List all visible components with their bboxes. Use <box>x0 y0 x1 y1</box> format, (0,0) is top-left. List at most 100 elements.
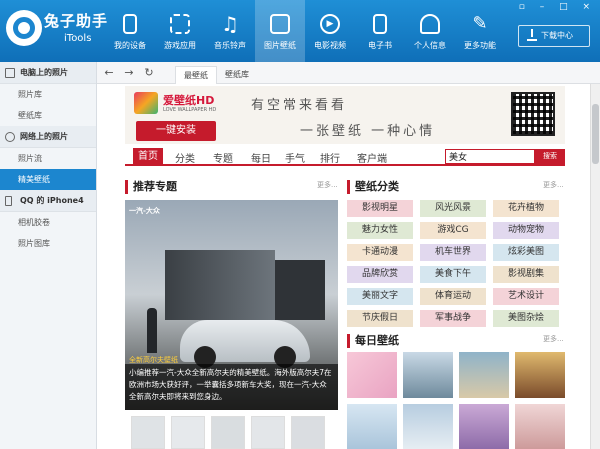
featured-thumbnails <box>125 416 338 449</box>
nav-personal-info[interactable]: 个人信息 <box>405 0 455 62</box>
featured-brand: 一汽-大众 <box>129 207 160 215</box>
daily-thumbnail[interactable] <box>347 352 397 398</box>
app-logo-icon <box>6 10 42 46</box>
window-controls[interactable]: ▫ – □ × <box>519 2 596 12</box>
nav-pictures[interactable]: 图片壁纸 <box>255 0 305 62</box>
apps-icon <box>170 14 190 34</box>
sidebar-section-title: 网络上的照片 <box>20 132 68 141</box>
book-icon <box>373 14 387 34</box>
daily-thumbnail[interactable] <box>347 404 397 449</box>
daily-thumbnail[interactable] <box>459 404 509 449</box>
category-tag[interactable]: 机车世界 <box>420 244 486 261</box>
category-tag[interactable]: 影视剧集 <box>493 266 559 283</box>
categories-more-link[interactable]: 更多... <box>543 180 564 190</box>
person-icon <box>420 14 440 34</box>
category-tag[interactable]: 品牌欣赏 <box>347 266 413 283</box>
banner-app-name: 爱壁纸HD <box>163 94 215 107</box>
thumbnail[interactable] <box>251 416 285 449</box>
featured-image[interactable]: 一汽-大众 全新高尔夫壁纸 小编推荐一汽-大众全新高尔夫的精美壁纸。海外版高尔夫… <box>125 200 338 410</box>
nav-label: 电影视频 <box>314 41 346 50</box>
category-tag[interactable]: 影视明星 <box>347 200 413 217</box>
category-tag[interactable]: 美丽文字 <box>347 288 413 305</box>
sidebar-section-pc-photos[interactable]: 电脑上的照片 <box>0 62 96 84</box>
cat-ranking[interactable]: 排行 <box>320 150 340 165</box>
scrollbar-thumb[interactable] <box>592 104 599 164</box>
search-input[interactable] <box>445 149 535 164</box>
nav-label: 我的设备 <box>114 41 146 50</box>
daily-more-link[interactable]: 更多... <box>543 334 564 344</box>
nav-my-device[interactable]: 我的设备 <box>105 0 155 62</box>
category-tag[interactable]: 风光风景 <box>420 200 486 217</box>
nav-more-tools[interactable]: ✎ 更多功能 <box>455 0 505 62</box>
daily-thumbnail[interactable] <box>403 404 453 449</box>
category-tag[interactable]: 军事战争 <box>420 310 486 327</box>
category-tag[interactable]: 花卉植物 <box>493 200 559 217</box>
cat-lucky[interactable]: 手气 <box>285 150 305 165</box>
category-tag[interactable]: 卡通动漫 <box>347 244 413 261</box>
category-tag[interactable]: 美图杂烩 <box>493 310 559 327</box>
daily-thumbnail[interactable] <box>515 352 565 398</box>
banner-slogan-1: 有空常来看看 <box>251 98 348 113</box>
category-tag[interactable]: 美食下午 <box>420 266 486 283</box>
sidebar-item-camera-roll[interactable]: 相机胶卷 <box>0 212 96 233</box>
cat-categories[interactable]: 分类 <box>175 150 195 165</box>
app-subtitle: iTools <box>64 33 92 44</box>
download-center-button[interactable]: 下载中心 <box>518 25 590 47</box>
category-tag[interactable]: 节庆假日 <box>347 310 413 327</box>
sidebar-section-title: 电脑上的照片 <box>20 68 68 77</box>
browser-toolbar: ← → ↻ 最壁纸 壁纸库 <box>97 62 600 84</box>
download-center-label: 下载中心 <box>541 31 573 40</box>
sidebar-section-iphone[interactable]: QQ 的 iPhone4 <box>0 190 96 212</box>
top-bar: 兔子助手 iTools 我的设备 游戏应用 ♫ 音乐铃声 图片壁纸 ▶ 电影视频… <box>0 0 600 62</box>
install-button[interactable]: 一键安装 <box>136 121 216 141</box>
image-icon <box>270 14 290 34</box>
category-tag[interactable]: 炫彩美图 <box>493 244 559 261</box>
nav-music[interactable]: ♫ 音乐铃声 <box>205 0 255 62</box>
sidebar-item-wallpaper-library[interactable]: 壁纸库 <box>0 105 96 126</box>
category-tag[interactable]: 魅力女性 <box>347 222 413 239</box>
tab-wallpaper-site[interactable]: 最壁纸 <box>175 66 217 84</box>
nav-games-apps[interactable]: 游戏应用 <box>155 0 205 62</box>
back-button[interactable]: ← <box>101 65 117 81</box>
categories-title: 壁纸分类 <box>347 180 399 194</box>
sidebar-item-photo-library[interactable]: 照片库 <box>0 84 96 105</box>
banner-slogan-2: 一张壁纸 一种心情 <box>300 124 436 139</box>
daily-thumbnail[interactable] <box>403 352 453 398</box>
cat-client[interactable]: 客户端 <box>357 150 387 165</box>
computer-icon <box>5 68 15 78</box>
category-tag[interactable]: 动物宠物 <box>493 222 559 239</box>
nav-ebook[interactable]: 电子书 <box>355 0 405 62</box>
category-tag[interactable]: 艺术设计 <box>493 288 559 305</box>
sidebar-item-wallpapers[interactable]: 精美壁纸 <box>0 169 96 190</box>
sidebar-section-title: QQ 的 iPhone4 <box>20 196 84 205</box>
cat-topics[interactable]: 专题 <box>213 150 233 165</box>
refresh-button[interactable]: ↻ <box>141 65 157 81</box>
vertical-scrollbar[interactable] <box>590 84 600 449</box>
cat-home[interactable]: 首页 <box>133 148 163 165</box>
category-tag[interactable]: 体育运动 <box>420 288 486 305</box>
daily-thumbnail[interactable] <box>459 352 509 398</box>
daily-thumbnail[interactable] <box>515 404 565 449</box>
daily-title: 每日壁纸 <box>347 334 399 348</box>
nav-video[interactable]: ▶ 电影视频 <box>305 0 355 62</box>
sidebar-item-photo-stream[interactable]: 照片流 <box>0 148 96 169</box>
thumbnail[interactable] <box>291 416 325 449</box>
forward-button[interactable]: → <box>121 65 137 81</box>
phone-icon <box>123 14 137 34</box>
thumbnail[interactable] <box>131 416 165 449</box>
banner-app-subtitle: LOVE WALLPAPER HD <box>163 107 217 113</box>
phone-icon <box>5 196 12 206</box>
search-button[interactable]: 搜索 <box>535 149 565 164</box>
cat-daily[interactable]: 每日 <box>251 150 271 165</box>
thumbnail[interactable] <box>171 416 205 449</box>
tab-wallpaper-library[interactable]: 壁纸库 <box>217 66 257 84</box>
sidebar-item-photo-album[interactable]: 照片图库 <box>0 233 96 254</box>
download-icon <box>527 29 537 41</box>
thumbnail[interactable] <box>211 416 245 449</box>
nav-label: 电子书 <box>368 41 392 50</box>
nav-label: 音乐铃声 <box>214 41 246 50</box>
featured-more-link[interactable]: 更多... <box>317 180 338 190</box>
category-tag[interactable]: 游戏CG <box>420 222 486 239</box>
featured-description: 小编推荐一汽-大众全新高尔夫的精美壁纸。海外版高尔夫7在欧洲市场大获好评，一举囊… <box>125 364 338 410</box>
sidebar-section-web-photos[interactable]: 网络上的照片 <box>0 126 96 148</box>
